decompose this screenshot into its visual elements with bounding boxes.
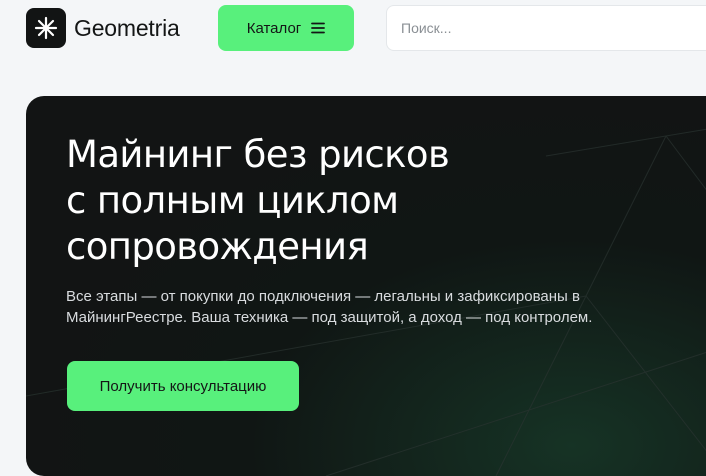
hero-description: Все этапы — от покупки до подключения — … [66,286,666,328]
site-header: Geometria Каталог [0,0,706,60]
search-box [386,5,706,51]
get-consultation-button[interactable]: Получить консультацию [67,361,299,411]
hero-title-line: сопровождения [66,225,369,268]
menu-icon [311,22,326,34]
hero-title-line: Майнинг без рисков [66,133,450,176]
asterisk-logo-icon [26,8,66,48]
catalog-button-label: Каталог [246,19,302,37]
logo-text: Geometria [74,14,180,41]
hero-description-line: МайнингРеестре. Ваша техника — под защит… [66,309,593,326]
hero-title: Майнинг без рисков с полным циклом сопро… [66,132,586,270]
logo[interactable]: Geometria [26,8,180,48]
hero-banner: Майнинг без рисков с полным циклом сопро… [26,96,706,476]
search-input[interactable] [387,6,706,50]
catalog-button[interactable]: Каталог [218,5,354,51]
hero-description-line: Все этапы — от покупки до подключения — … [66,288,580,305]
hero-title-line: с полным циклом [66,179,399,222]
